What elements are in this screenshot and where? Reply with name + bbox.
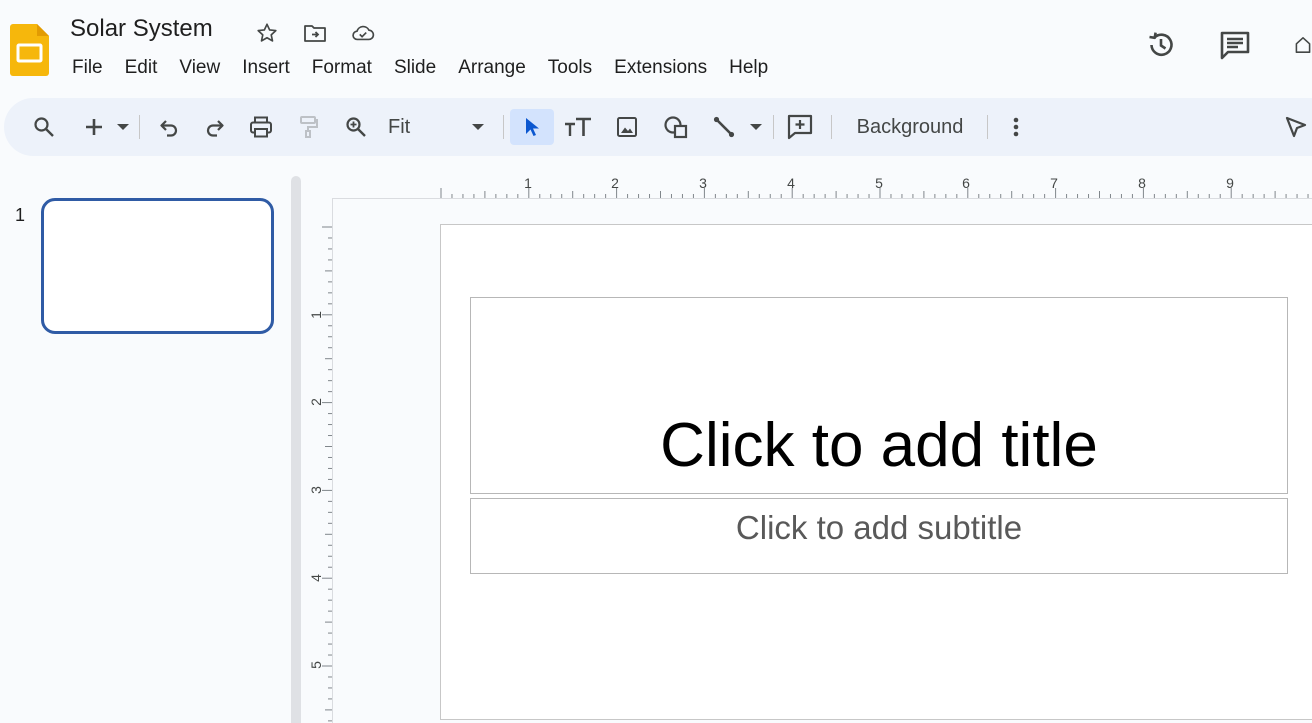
vertical-ruler[interactable]: 1 2 3 4 5 (304, 198, 332, 723)
menu-arrange[interactable]: Arrange (448, 54, 538, 82)
cursor-icon[interactable] (1280, 109, 1312, 145)
search-menus-icon[interactable] (28, 109, 60, 145)
menu-tools[interactable]: Tools (538, 54, 604, 82)
menu-slide[interactable]: Slide (384, 54, 448, 82)
title-placeholder[interactable]: Click to add title (470, 297, 1288, 494)
ruler-label: 2 (308, 398, 324, 406)
select-icon[interactable] (510, 109, 554, 145)
menu-format[interactable]: Format (302, 54, 384, 82)
home-icon[interactable] (1294, 29, 1312, 61)
slide-number: 1 (15, 205, 26, 225)
toolbar: Fit Background (4, 98, 1312, 156)
ruler-label: 2 (611, 175, 619, 191)
ruler-label: 8 (1138, 175, 1146, 191)
star-icon[interactable] (255, 21, 279, 45)
ruler-label: 6 (962, 175, 970, 191)
comments-icon[interactable] (1219, 29, 1251, 61)
subtitle-placeholder[interactable]: Click to add subtitle (470, 498, 1288, 574)
undo-icon[interactable] (153, 109, 185, 145)
line-dropdown-icon[interactable] (746, 109, 766, 145)
menu-edit[interactable]: Edit (115, 54, 170, 82)
ruler-label: 3 (308, 486, 324, 494)
move-to-folder-icon[interactable] (303, 21, 327, 45)
paint-format-icon[interactable] (292, 109, 324, 145)
ruler-label: 3 (699, 175, 707, 191)
slides-app: Solar System File Edit View Insert Forma… (0, 0, 1312, 723)
comment-add-icon[interactable] (784, 109, 816, 145)
filmstrip-scrollbar[interactable] (291, 176, 301, 723)
ruler-label: 7 (1050, 175, 1058, 191)
subtitle-placeholder-text: Click to add subtitle (735, 509, 1023, 546)
image-icon[interactable] (611, 109, 643, 145)
ruler-label: 4 (787, 175, 795, 191)
version-history-icon[interactable] (1145, 29, 1177, 61)
text-box-icon[interactable] (562, 109, 594, 145)
zoom-value: Fit (388, 115, 411, 138)
cloud-saved-icon[interactable] (351, 21, 375, 45)
print-icon[interactable] (245, 109, 277, 145)
background-button[interactable]: Background (842, 109, 978, 145)
slides-logo-icon[interactable] (10, 24, 49, 76)
more-icon[interactable] (1000, 109, 1032, 145)
background-label: Background (856, 115, 964, 138)
menu-file[interactable]: File (62, 54, 115, 82)
ruler-label: 1 (308, 311, 324, 319)
shape-icon[interactable] (660, 109, 692, 145)
ruler-label: 4 (308, 574, 324, 582)
title-placeholder-text: Click to add title (660, 411, 1098, 480)
ruler-label: 5 (308, 661, 324, 669)
menu-extensions[interactable]: Extensions (604, 54, 719, 82)
menu-view[interactable]: View (169, 54, 232, 82)
new-slide-icon[interactable] (80, 109, 108, 145)
redo-icon[interactable] (199, 109, 231, 145)
horizontal-ruler[interactable]: 1 2 3 4 5 6 7 8 9 (332, 170, 1312, 198)
slide-thumbnail[interactable] (41, 198, 274, 334)
line-icon[interactable] (708, 109, 740, 145)
document-title[interactable]: Solar System (70, 15, 213, 43)
zoom-icon[interactable] (340, 109, 372, 145)
ruler-label: 5 (875, 175, 883, 191)
new-slide-dropdown-icon[interactable] (113, 109, 133, 145)
chevron-down-icon (472, 124, 484, 130)
menu-help[interactable]: Help (719, 54, 780, 82)
zoom-select[interactable]: Fit (384, 109, 496, 145)
ruler-label: 1 (524, 175, 532, 191)
menu-bar: File Edit View Insert Format Slide Arran… (62, 54, 780, 82)
menu-insert[interactable]: Insert (232, 54, 302, 82)
ruler-label: 9 (1226, 175, 1234, 191)
